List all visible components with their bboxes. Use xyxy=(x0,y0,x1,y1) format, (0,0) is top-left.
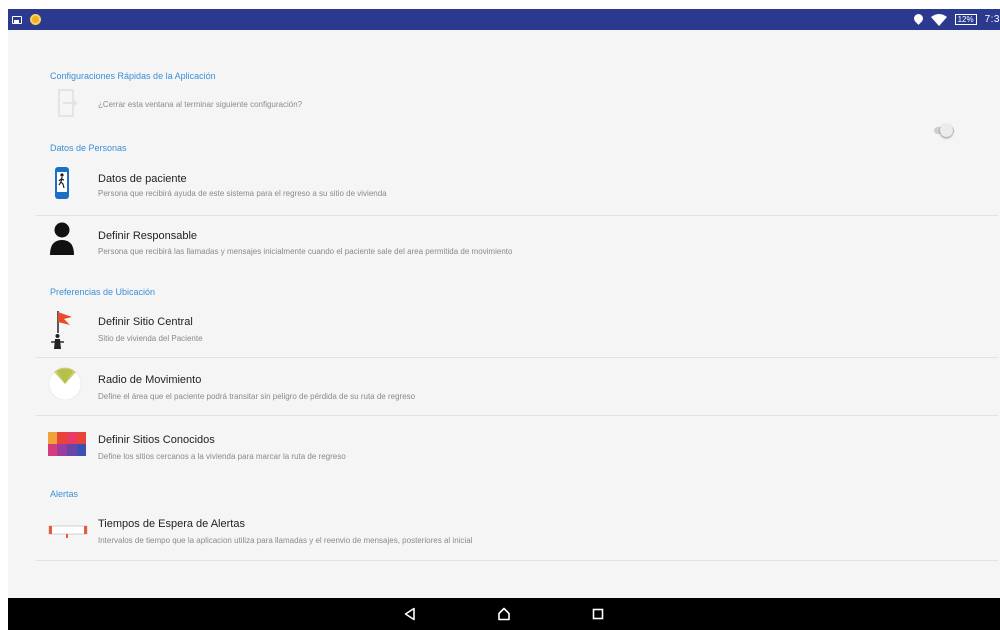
settings-screen: Configuraciones Rápidas de la Aplicación… xyxy=(8,30,1000,598)
alert-wait-times-subtitle: Intervalos de tiempo que la aplicacion u… xyxy=(98,536,473,545)
navigation-bar xyxy=(8,598,1000,630)
section-header-quick-settings: Configuraciones Rápidas de la Aplicación xyxy=(50,71,216,81)
define-responsible-subtitle: Persona que recibirá las llamadas y mens… xyxy=(98,247,513,256)
define-central-site-title: Definir Sitio Central xyxy=(98,316,193,328)
section-header-location: Preferencias de Ubicación xyxy=(50,287,156,297)
exit-door-icon xyxy=(56,88,78,123)
close-window-setting[interactable]: ¿Cerrar esta ventana al terminar siguien… xyxy=(36,88,998,128)
timer-bar-icon xyxy=(48,520,88,545)
battery-icon: 12% xyxy=(954,14,977,25)
define-central-site-item[interactable]: Definir Sitio Central Sitio de vivienda … xyxy=(36,306,998,354)
patient-data-item[interactable]: Datos de paciente Persona que recibirá a… xyxy=(36,162,998,210)
back-button[interactable] xyxy=(400,604,420,624)
known-sites-item[interactable]: Definir Sitios Conocidos Define los siti… xyxy=(36,424,998,474)
person-silhouette-icon xyxy=(50,221,74,260)
close-window-toggle[interactable] xyxy=(932,124,956,137)
location-icon xyxy=(914,14,923,25)
status-bar: 12% 7:3 xyxy=(8,9,1000,30)
movement-radius-item[interactable]: Radio de Movimiento Define el área que e… xyxy=(36,364,998,414)
define-responsible-item[interactable]: Definir Responsable Persona que recibirá… xyxy=(36,220,998,268)
known-sites-title: Definir Sitios Conocidos xyxy=(98,434,215,446)
divider xyxy=(36,560,998,561)
divider xyxy=(36,215,998,216)
divider xyxy=(36,415,998,416)
define-central-site-subtitle: Sitio de vivienda del Paciente xyxy=(98,334,203,343)
define-responsible-title: Definir Responsable xyxy=(98,230,198,242)
patient-data-title: Datos de paciente xyxy=(98,173,187,185)
close-window-label: ¿Cerrar esta ventana al terminar siguien… xyxy=(98,100,303,109)
wifi-icon xyxy=(930,13,947,26)
recents-button[interactable] xyxy=(588,604,608,624)
flag-home-icon xyxy=(48,309,76,354)
home-icon xyxy=(498,607,510,621)
home-button[interactable] xyxy=(494,604,514,624)
movement-radius-title: Radio de Movimiento xyxy=(98,374,202,386)
known-sites-subtitle: Define los sitios cercanos a la vivienda… xyxy=(98,452,346,461)
clock: 7:3 xyxy=(984,14,1000,25)
toggle-knob xyxy=(940,124,953,137)
back-icon xyxy=(404,607,415,621)
known-places-grid-icon xyxy=(48,432,86,461)
divider xyxy=(36,357,998,358)
alert-wait-times-item[interactable]: Tiempos de Espera de Alertas Intervalos … xyxy=(36,508,998,558)
section-header-alerts: Alertas xyxy=(50,489,79,499)
status-bar-notifications xyxy=(12,14,41,25)
patient-phone-icon xyxy=(54,166,70,205)
app-notification-icon xyxy=(30,14,41,25)
section-header-people: Datos de Personas xyxy=(50,143,127,153)
recents-icon xyxy=(592,608,604,620)
radius-pie-icon xyxy=(48,367,82,406)
status-bar-system: 12% 7:3 xyxy=(914,13,1000,26)
image-notification-icon xyxy=(12,15,22,24)
patient-data-subtitle: Persona que recibirá ayuda de este siste… xyxy=(98,189,387,198)
alert-wait-times-title: Tiempos de Espera de Alertas xyxy=(98,518,245,530)
movement-radius-subtitle: Define el área que el paciente podrá tra… xyxy=(98,392,416,401)
